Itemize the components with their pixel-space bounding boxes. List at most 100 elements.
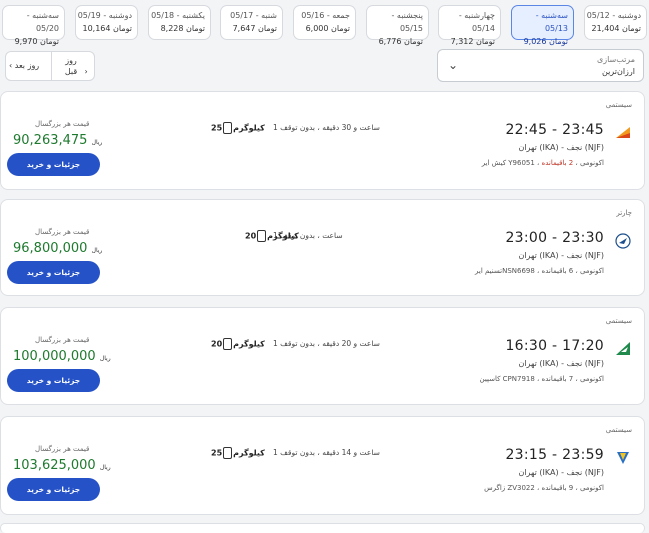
flight-meta: زاگرس ZV3022 ، اکونومی ، 9 باقیمانده <box>484 484 604 492</box>
flight-price: ریال 103,625,000 <box>13 458 111 473</box>
date-price: 21,404 تومان <box>591 24 641 33</box>
luggage-icon <box>257 230 267 242</box>
kish-air-logo-icon <box>616 127 630 138</box>
date-day: سه‌شنبه - 05/13 <box>535 11 568 33</box>
luggage-icon <box>223 338 233 350</box>
price-value: 100,000,000 <box>13 349 96 364</box>
sort-label: مرتب‌سازی <box>596 55 635 64</box>
flight-time: 22:45 - 23:45 <box>505 122 604 138</box>
baggage-info: 20 کیلوگرم <box>211 338 265 350</box>
flight-route: تهران (IKA) - نجف (NJF) <box>518 143 604 152</box>
date-price: 7,647 تومان <box>232 24 277 33</box>
flight-type: سیستمی <box>605 317 632 325</box>
next-day-button[interactable]: ‹ روز بعد <box>9 61 39 70</box>
flight-route: تهران (IKA) - نجف (NJF) <box>518 251 604 260</box>
chevron-down-icon: ⌄ <box>448 58 459 72</box>
seats-left: 7 باقیمانده <box>541 375 574 383</box>
details-buy-button[interactable]: جزئیات و خرید <box>7 153 100 176</box>
price-value: 96,800,000 <box>13 241 88 256</box>
airline-info: تسنیم ایرNSN6698 ، اکونومی ، <box>475 267 604 275</box>
flight-time: 23:15 - 23:59 <box>505 447 604 463</box>
sort-select[interactable]: مرتب‌سازی ارزان‌ترین ⌄ <box>437 49 644 82</box>
date-price: 6,000 تومان <box>305 24 350 33</box>
date-card-0[interactable]: دوشنبه - 05/12 21,404 تومان <box>584 5 647 40</box>
flight-type: سیستمی <box>605 101 632 109</box>
date-card-6[interactable]: یکشنبه - 05/18 8,228 تومان <box>148 5 211 40</box>
date-card-8[interactable]: سه‌شنبه - 05/20 9,970 تومان <box>2 5 65 46</box>
baggage-unit: کیلوگرم <box>267 231 299 241</box>
flight-card: سیستمی 23:15 - 23:59 تهران (IKA) - نجف (… <box>0 416 645 515</box>
baggage-info: 25 کیلوگرم <box>211 122 265 134</box>
next-day-label: روز بعد <box>14 61 40 70</box>
flight-card: سیستمی 16:30 - 17:20 تهران (IKA) - نجف (… <box>0 307 645 405</box>
date-card-1[interactable]: سه‌شنبه - 05/13 9,026 تومان <box>511 5 574 46</box>
date-price: 6,776 تومان <box>378 37 423 46</box>
details-buy-button[interactable]: جزئیات و خرید <box>7 261 100 284</box>
baggage-unit: کیلوگرم <box>233 448 265 458</box>
currency: ریال <box>99 355 111 362</box>
flight-route: تهران (IKA) - نجف (NJF) <box>518 359 604 368</box>
day-pager: ‹ روز بعد روز قبل › <box>5 51 95 81</box>
prev-day-label: روز قبل <box>64 56 78 76</box>
date-price: 10,164 تومان <box>82 24 132 33</box>
flight-card: چارتر 23:00 - 23:30 تهران (IKA) - نجف (N… <box>0 199 645 296</box>
luggage-icon <box>223 122 233 134</box>
luggage-icon <box>223 447 233 459</box>
caspian-logo-icon <box>616 342 630 355</box>
flight-type: چارتر <box>616 209 632 217</box>
sort-value: ارزان‌ترین <box>601 67 635 76</box>
date-card-7[interactable]: دوشنبه - 05/19 10,164 تومان <box>75 5 138 40</box>
details-buy-button[interactable]: جزئیات و خرید <box>7 369 100 392</box>
baggage-amount: 20 <box>211 339 223 349</box>
flight-time: 16:30 - 17:20 <box>505 338 604 354</box>
flight-card-partial <box>0 523 645 533</box>
date-price: 7,312 تومان <box>450 37 495 46</box>
baggage-amount: 25 <box>211 123 223 133</box>
baggage-info: 20 کیلوگرم <box>245 230 299 242</box>
seats-left: 2 باقیمانده <box>541 159 574 167</box>
details-buy-button[interactable]: جزئیات و خرید <box>7 478 100 501</box>
currency: ریال <box>99 464 111 471</box>
date-day: جمعه - 05/16 <box>301 11 350 20</box>
baggage-unit: کیلوگرم <box>233 123 265 133</box>
date-day: دوشنبه - 05/19 <box>77 11 132 20</box>
date-day: چهارشنبه - 05/14 <box>458 11 495 33</box>
date-day: شنبه - 05/17 <box>230 11 277 20</box>
currency: ریال <box>91 247 103 254</box>
date-card-4[interactable]: جمعه - 05/16 6,000 تومان <box>293 5 356 40</box>
tasnim-air-logo-icon <box>615 233 631 249</box>
flight-meta: کاسپین CPN7918 ، اکونومی ، 7 باقیمانده <box>480 375 604 383</box>
date-card-5[interactable]: شنبه - 05/17 7,647 تومان <box>220 5 283 40</box>
date-day: سه‌شنبه - 05/20 <box>26 11 59 33</box>
flight-duration: 1 ساعت و 20 دقیقه ، بدون توقف <box>273 339 380 348</box>
zagros-logo-icon <box>617 452 629 464</box>
flight-time: 23:00 - 23:30 <box>505 230 604 246</box>
pager-divider <box>51 52 52 80</box>
currency: ریال <box>91 139 103 146</box>
date-day: پنجشنبه - 05/15 <box>391 11 424 33</box>
date-card-2[interactable]: چهارشنبه - 05/14 7,312 تومان <box>438 5 501 46</box>
price-value: 90,263,475 <box>13 133 88 148</box>
seats-left: 6 باقیمانده <box>541 267 574 275</box>
baggage-info: 25 کیلوگرم <box>211 447 265 459</box>
flight-price: ریال 90,263,475 <box>13 133 102 148</box>
price-label: قیمت هر بزرگسال <box>35 445 90 453</box>
price-value: 103,625,000 <box>13 458 96 473</box>
flight-price: ریال 100,000,000 <box>13 349 111 364</box>
date-day: یکشنبه - 05/18 <box>151 11 205 20</box>
prev-day-button[interactable]: روز قبل › <box>60 55 88 77</box>
flight-duration: 1 ساعت و 14 دقیقه ، بدون توقف <box>273 448 380 457</box>
date-card-3[interactable]: پنجشنبه - 05/15 6,776 تومان <box>366 5 429 46</box>
flight-meta: تسنیم ایرNSN6698 ، اکونومی ، 6 باقیمانده <box>475 267 604 275</box>
baggage-unit: کیلوگرم <box>233 339 265 349</box>
flight-route: تهران (IKA) - نجف (NJF) <box>518 468 604 477</box>
baggage-amount: 25 <box>211 448 223 458</box>
date-selector-bar: دوشنبه - 05/12 21,404 تومان سه‌شنبه - 05/… <box>0 0 649 46</box>
price-label: قیمت هر بزرگسال <box>35 336 90 344</box>
flight-duration: 1 ساعت و 30 دقیقه ، بدون توقف <box>273 123 380 132</box>
flight-card: سیستمی 22:45 - 23:45 تهران (IKA) - نجف (… <box>0 91 645 190</box>
seats-left: 9 باقیمانده <box>541 484 574 492</box>
date-price: 9,970 تومان <box>14 37 59 46</box>
price-label: قیمت هر بزرگسال <box>35 120 90 128</box>
date-price: 8,228 تومان <box>160 24 205 33</box>
